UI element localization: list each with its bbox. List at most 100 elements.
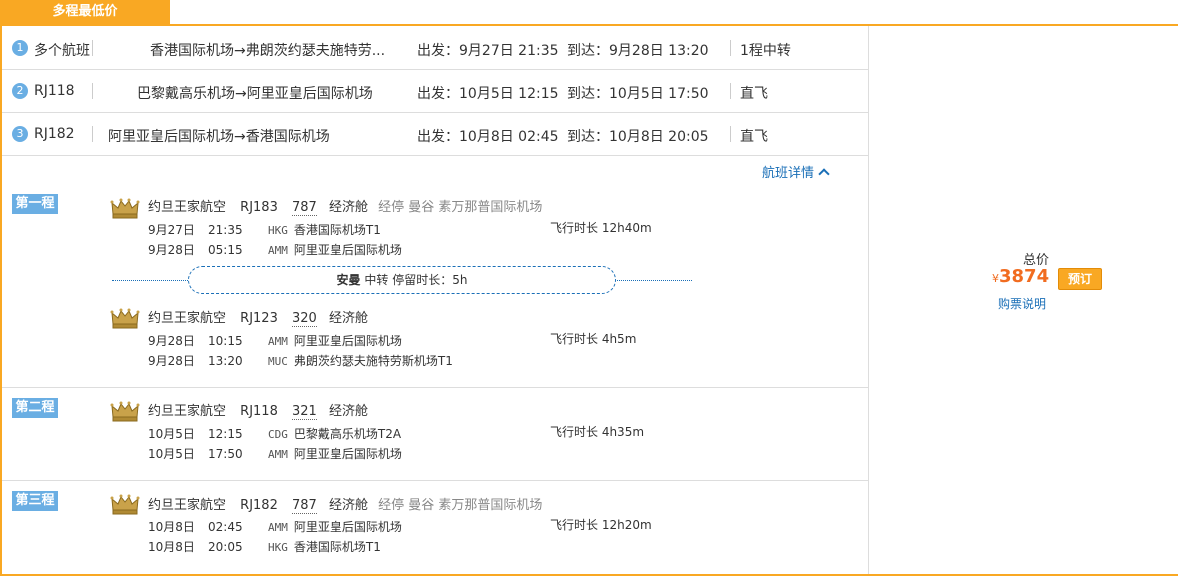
divider [92, 40, 93, 56]
arrival-line: 9月28日 05:15 AMM 阿里亚皇后国际机场 [148, 241, 402, 258]
departure-line: 10月8日 02:45 AMM 阿里亚皇后国际机场 [148, 518, 402, 535]
airline-logo-crown-icon [110, 401, 140, 422]
divider [92, 83, 93, 99]
summary-row[interactable]: 1 多个航班 香港国际机场→弗朗茨约瑟夫施特劳... 出发：9月27日 21:3… [2, 26, 868, 70]
stop-info: 直飞 [740, 86, 768, 102]
departure-line: 10月5日 12:15 CDG 巴黎戴高乐机场T2A [148, 425, 401, 442]
departure-time: 出发：10月5日 12:15 [417, 86, 559, 102]
arr-date: 9月28日 [148, 354, 195, 368]
arrival-line: 10月8日 20:05 HKG 香港国际机场T1 [148, 538, 381, 555]
flight-duration: 飞行时长 4h5m [550, 332, 637, 346]
flight-number: RJ118 [240, 404, 278, 419]
dep-airport: 巴黎戴高乐机场T2A [293, 427, 402, 441]
segment-number-badge: 3 [12, 126, 28, 142]
aircraft-type[interactable]: 787 [291, 200, 317, 216]
arr-time: 05:15 [208, 243, 243, 257]
arr-date: 10月5日 [148, 447, 195, 461]
arr-airport-code: HKG [268, 541, 288, 554]
dep-airport-code: CDG [268, 428, 288, 441]
cabin-class: 经济舱 [328, 200, 368, 215]
route: 香港国际机场→弗朗茨约瑟夫施特劳... [150, 43, 386, 59]
stopover-info: 经停 曼谷 素万那普国际机场 [378, 200, 543, 215]
layover-city: 安曼 [336, 273, 361, 287]
divider [92, 126, 93, 142]
arr-airport: 香港国际机场T1 [293, 540, 381, 554]
departure-time: 出发：9月27日 21:35 [417, 43, 559, 59]
cabin-class: 经济舱 [328, 404, 368, 419]
airline-name: 约旦王家航空 [148, 311, 227, 326]
route: 巴黎戴高乐机场→阿里亚皇后国际机场 [137, 86, 373, 102]
stop-info: 直飞 [740, 129, 768, 145]
dep-date: 10月5日 [148, 427, 195, 441]
airline-name: 约旦王家航空 [148, 200, 227, 215]
price-panel: 总价 ¥3874 预订 购票说明 [868, 26, 1176, 574]
arr-airport: 弗朗茨约瑟夫施特劳斯机场T1 [293, 354, 453, 368]
divider [730, 126, 731, 142]
flight-number: RJ183 [240, 200, 278, 215]
arr-date: 9月28日 [148, 243, 195, 257]
dep-airport: 香港国际机场T1 [293, 223, 381, 237]
flight-details-label: 航班详情 [762, 166, 815, 181]
arr-time: 13:20 [208, 354, 243, 368]
departure-line: 9月28日 10:15 AMM 阿里亚皇后国际机场 [148, 332, 402, 349]
aircraft-type[interactable]: 787 [291, 498, 317, 514]
currency-symbol: ¥ [992, 272, 999, 285]
price-amount: 3874 [999, 266, 1050, 287]
airline-name: 约旦王家航空 [148, 404, 227, 419]
chevron-up-icon [818, 168, 830, 180]
book-button[interactable]: 预订 [1058, 268, 1102, 290]
flight-duration: 飞行时长 4h35m [550, 425, 645, 439]
aircraft-type[interactable]: 320 [291, 311, 317, 327]
tab-bar: 多程最低价 [0, 0, 1178, 26]
arr-time: 17:50 [208, 447, 243, 461]
dep-airport: 阿里亚皇后国际机场 [293, 520, 402, 534]
flight-number: 多个航班 [34, 43, 90, 59]
arrival-line: 9月28日 13:20 MUC 弗朗茨约瑟夫施特劳斯机场T1 [148, 352, 453, 369]
flight-number: RJ118 [34, 83, 75, 99]
cabin-class: 经济舱 [328, 311, 368, 326]
flight-number: RJ182 [34, 126, 75, 142]
layover-text: 中转 停留时长：5h [360, 273, 468, 287]
flight-details-toggle[interactable]: 航班详情 [762, 162, 830, 181]
summary-row[interactable]: 2 RJ118 巴黎戴高乐机场→阿里亚皇后国际机场 出发：10月5日 12:15… [2, 69, 868, 113]
arr-airport-code: AMM [268, 244, 288, 257]
segment-number-badge: 1 [12, 40, 28, 56]
flight-number: RJ123 [240, 311, 278, 326]
summary-row[interactable]: 3 RJ182 阿里亚皇后国际机场→香港国际机场 出发：10月8日 02:45 … [2, 112, 868, 156]
segment-header: 约旦王家航空 RJ118 321 经济舱 [148, 400, 368, 420]
airline-logo-crown-icon [110, 308, 140, 329]
dep-time: 02:45 [208, 520, 243, 534]
airline-name: 约旦王家航空 [148, 498, 227, 513]
aircraft-type[interactable]: 321 [291, 404, 317, 420]
cabin-class: 经济舱 [328, 498, 368, 513]
dep-airport-code: HKG [268, 224, 288, 237]
flight-duration: 飞行时长 12h40m [550, 221, 652, 235]
dep-airport: 阿里亚皇后国际机场 [293, 334, 402, 348]
arr-airport: 阿里亚皇后国际机场 [293, 243, 402, 257]
leg-label: 第一程 [12, 194, 58, 214]
arr-time: 20:05 [208, 540, 243, 554]
arr-airport-code: MUC [268, 355, 288, 368]
segment-header: 约旦王家航空 RJ123 320 经济舱 [148, 307, 368, 327]
departure-line: 9月27日 21:35 HKG 香港国际机场T1 [148, 221, 381, 238]
dep-date: 9月27日 [148, 223, 195, 237]
dep-airport-code: AMM [268, 521, 288, 534]
tab-multi-city-lowest[interactable]: 多程最低价 [0, 0, 170, 24]
arr-airport-code: AMM [268, 448, 288, 461]
route: 阿里亚皇后国际机场→香港国际机场 [108, 129, 330, 145]
arr-airport: 阿里亚皇后国际机场 [293, 447, 402, 461]
segment-number-badge: 2 [12, 83, 28, 99]
arr-date: 10月8日 [148, 540, 195, 554]
airline-logo-crown-icon [110, 494, 140, 515]
stop-info: 1程中转 [740, 43, 791, 59]
arrival-time: 到达：10月5日 17:50 [567, 86, 709, 102]
divider [730, 40, 731, 56]
leg-divider [2, 480, 868, 481]
dep-time: 10:15 [208, 334, 243, 348]
dep-time: 21:35 [208, 223, 243, 237]
dep-date: 9月28日 [148, 334, 195, 348]
ticket-rules-link[interactable]: 购票说明 [998, 295, 1046, 312]
leg-label: 第二程 [12, 398, 58, 418]
airline-logo-crown-icon [110, 198, 140, 219]
stopover-info: 经停 曼谷 素万那普国际机场 [378, 498, 543, 513]
